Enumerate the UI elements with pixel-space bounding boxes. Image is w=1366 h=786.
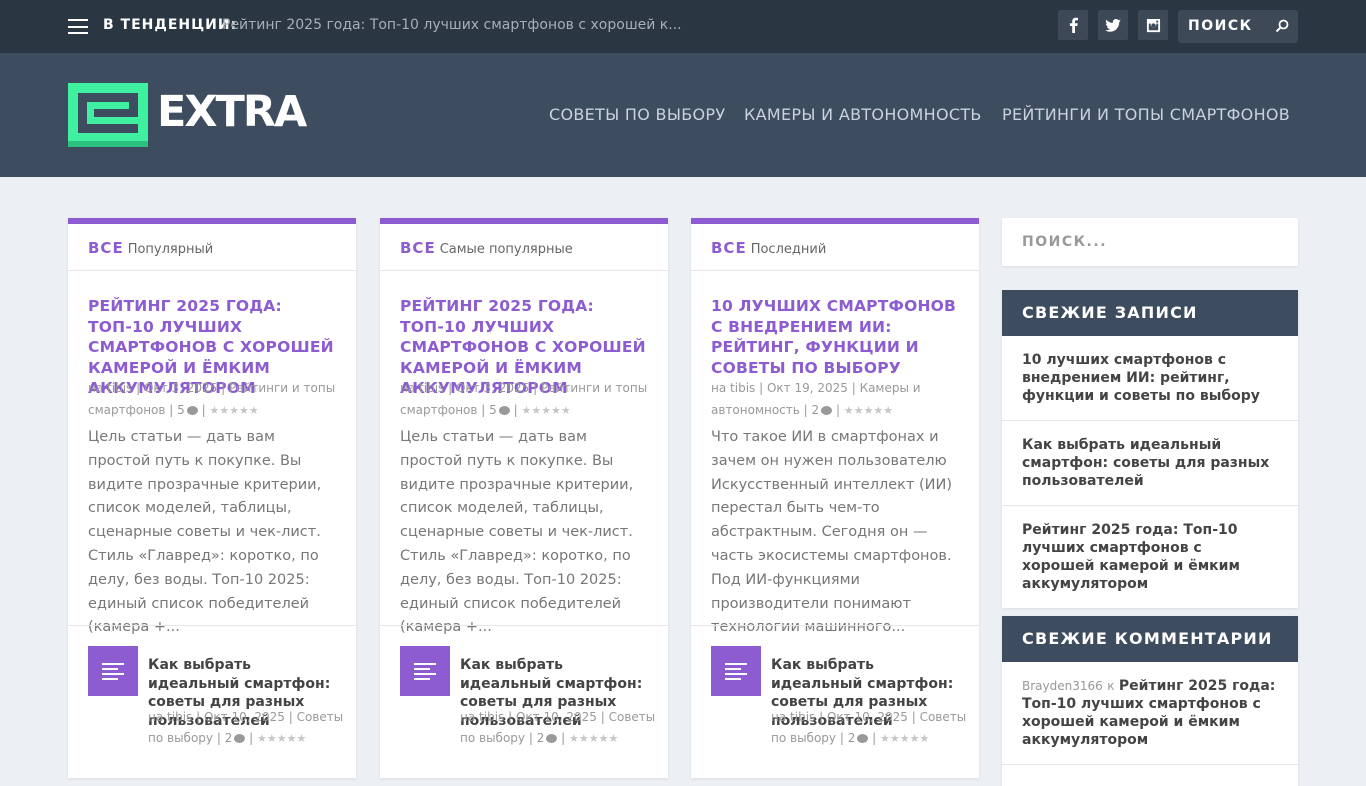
post-title[interactable]: 10 лучших смартфонов с внедрением ИИ: ре… [711, 296, 961, 378]
comment-icon [821, 405, 833, 415]
meta-by: на [771, 710, 787, 724]
nav-item-ratings[interactable]: РЕЙТИНГИ И ТОПЫ СМАРТФОНОВ [1002, 105, 1290, 124]
top-bar: В ТЕНДЕНЦИИ: Рейтинг 2025 года: Топ-10 л… [0, 0, 1366, 53]
trending-label: В ТЕНДЕНЦИИ: [103, 17, 238, 33]
author-link[interactable]: tibis [479, 710, 504, 724]
meta-by: на [460, 710, 476, 724]
rating-stars-icon: ★★★★★ [843, 403, 894, 417]
post-excerpt: Что такое ИИ в смартфонах и зачем он нуж… [711, 429, 953, 636]
author-link[interactable]: tibis [107, 381, 132, 395]
top-search-input[interactable]: ПОИСК [1178, 10, 1298, 43]
twitter-icon[interactable] [1098, 10, 1128, 40]
meta-by: на [711, 381, 727, 395]
author-link[interactable]: tibis [730, 381, 755, 395]
related-post-meta: на tibis | Окт 10, 2025 | Советы по выбо… [148, 707, 348, 749]
facebook-icon[interactable] [1058, 10, 1088, 40]
meta-by: на [88, 381, 104, 395]
search-icon[interactable] [1275, 19, 1289, 33]
comment-count[interactable]: 2 [812, 403, 820, 417]
post-meta: на tibis | Окт 3, 2025 | Рейтинги и топы… [88, 378, 338, 421]
extra-logo-icon [68, 83, 148, 147]
rating-stars-icon: ★★★★★ [880, 732, 930, 745]
tab-all[interactable]: ВСЕ [88, 239, 124, 257]
recent-post-link[interactable]: 10 лучших смартфонов с внедрением ИИ: ре… [1002, 336, 1298, 421]
comment-icon [234, 734, 246, 743]
post-date: Окт 10, 2025 [203, 710, 285, 724]
card-tabs: ВСЕ Самые популярные [380, 224, 668, 271]
post-date: Окт 3, 2025 [143, 381, 218, 395]
author-link[interactable]: tibis [790, 710, 815, 724]
recent-post-link[interactable]: Рейтинг 2025 года: Топ-10 лучших смартфо… [1002, 506, 1298, 608]
post-date: Окт 10, 2025 [515, 710, 597, 724]
post-meta: на tibis | Окт 3, 2025 | Рейтинги и топы… [400, 378, 650, 421]
tab-latest[interactable]: Последний [751, 242, 827, 257]
post-thumbnail-icon[interactable] [400, 646, 450, 696]
related-post-meta: на tibis | Окт 10, 2025 | Советы по выбо… [460, 707, 660, 749]
recent-comments-widget: СВЕЖИЕ КОММЕНТАРИИ Brayden3166 к Рейтинг… [1002, 616, 1298, 786]
author-link[interactable]: tibis [167, 710, 192, 724]
widget-title: СВЕЖИЕ ЗАПИСИ [1002, 290, 1298, 336]
comment-icon [498, 405, 510, 415]
tab-most-popular[interactable]: Самые популярные [440, 242, 573, 257]
site-header: EXTRA СОВЕТЫ ПО ВЫБОРУ КАМЕРЫ И АВТОНОМН… [0, 53, 1366, 177]
comment-icon [186, 405, 198, 415]
post-thumbnail-icon[interactable] [711, 646, 761, 696]
recent-comment: Brayden3166 к Рейтинг 2025 года: Топ-10 … [1002, 662, 1298, 765]
related-post-meta: на tibis | Окт 10, 2025 | Советы по выбо… [771, 707, 971, 749]
post-date: Окт 19, 2025 [766, 381, 848, 395]
comment-author[interactable]: Brayden3166 [1022, 679, 1103, 693]
recent-posts-widget: СВЕЖИЕ ЗАПИСИ 10 лучших смартфонов с вне… [1002, 290, 1298, 608]
rating-stars-icon: ★★★★★ [257, 732, 307, 745]
nav-item-selection-tips[interactable]: СОВЕТЫ ПО ВЫБОРУ [549, 105, 725, 124]
sidebar-search-placeholder: ПОИСК... [1022, 234, 1108, 250]
card-tabs: ВСЕ Последний [691, 224, 979, 271]
tab-all[interactable]: ВСЕ [711, 239, 747, 257]
post-card-most-popular: ВСЕ Самые популярные Рейтинг 2025 года: Т… [380, 218, 668, 778]
post-meta: на tibis | Окт 19, 2025 | Камеры и автон… [711, 378, 961, 421]
post-date: Окт 3, 2025 [455, 381, 530, 395]
trending-link[interactable]: Рейтинг 2025 года: Топ-10 лучших смартфо… [222, 17, 682, 33]
rating-stars-icon: ★★★★★ [569, 732, 619, 745]
comment-on-label: к [1107, 679, 1115, 693]
comment-count[interactable]: 5 [489, 403, 497, 417]
logo-text: EXTRA [157, 87, 307, 137]
meta-by: на [400, 381, 416, 395]
tab-popular[interactable]: Популярный [128, 242, 214, 257]
divider [380, 625, 668, 626]
comment-count[interactable]: 2 [225, 731, 233, 745]
post-card-popular: ВСЕ Популярный Рейтинг 2025 года: Топ-10 … [68, 218, 356, 778]
rating-stars-icon: ★★★★★ [521, 403, 571, 417]
divider [691, 625, 979, 626]
comment-icon [546, 734, 558, 743]
meta-by: на [148, 710, 164, 724]
post-excerpt: Цель статьи — дать вам простой путь к по… [88, 429, 322, 636]
widget-title: СВЕЖИЕ КОММЕНТАРИИ [1002, 616, 1298, 662]
comment-icon [857, 734, 869, 743]
tab-all[interactable]: ВСЕ [400, 239, 436, 257]
card-tabs: ВСЕ Популярный [68, 224, 356, 271]
comment-count[interactable]: 2 [537, 731, 545, 745]
post-card-latest: ВСЕ Последний 10 лучших смартфонов с внед… [691, 218, 979, 778]
recent-post-link[interactable]: Как выбрать идеальный смартфон: советы д… [1002, 421, 1298, 506]
post-thumbnail-icon[interactable] [88, 646, 138, 696]
rating-stars-icon: ★★★★★ [209, 403, 259, 417]
post-excerpt: Цель статьи — дать вам простой путь к по… [400, 429, 634, 636]
hamburger-menu-icon[interactable] [68, 19, 88, 34]
top-search-label: ПОИСК [1188, 18, 1253, 34]
author-link[interactable]: tibis [419, 381, 444, 395]
comment-count[interactable]: 2 [848, 731, 856, 745]
post-date: Окт 10, 2025 [826, 710, 908, 724]
divider [68, 625, 356, 626]
nav-item-cameras-battery[interactable]: КАМЕРЫ И АВТОНОМНОСТЬ [744, 105, 982, 124]
sidebar-search-input[interactable]: ПОИСК... [1002, 218, 1298, 266]
instagram-icon[interactable] [1138, 10, 1168, 40]
comment-count[interactable]: 5 [177, 403, 185, 417]
